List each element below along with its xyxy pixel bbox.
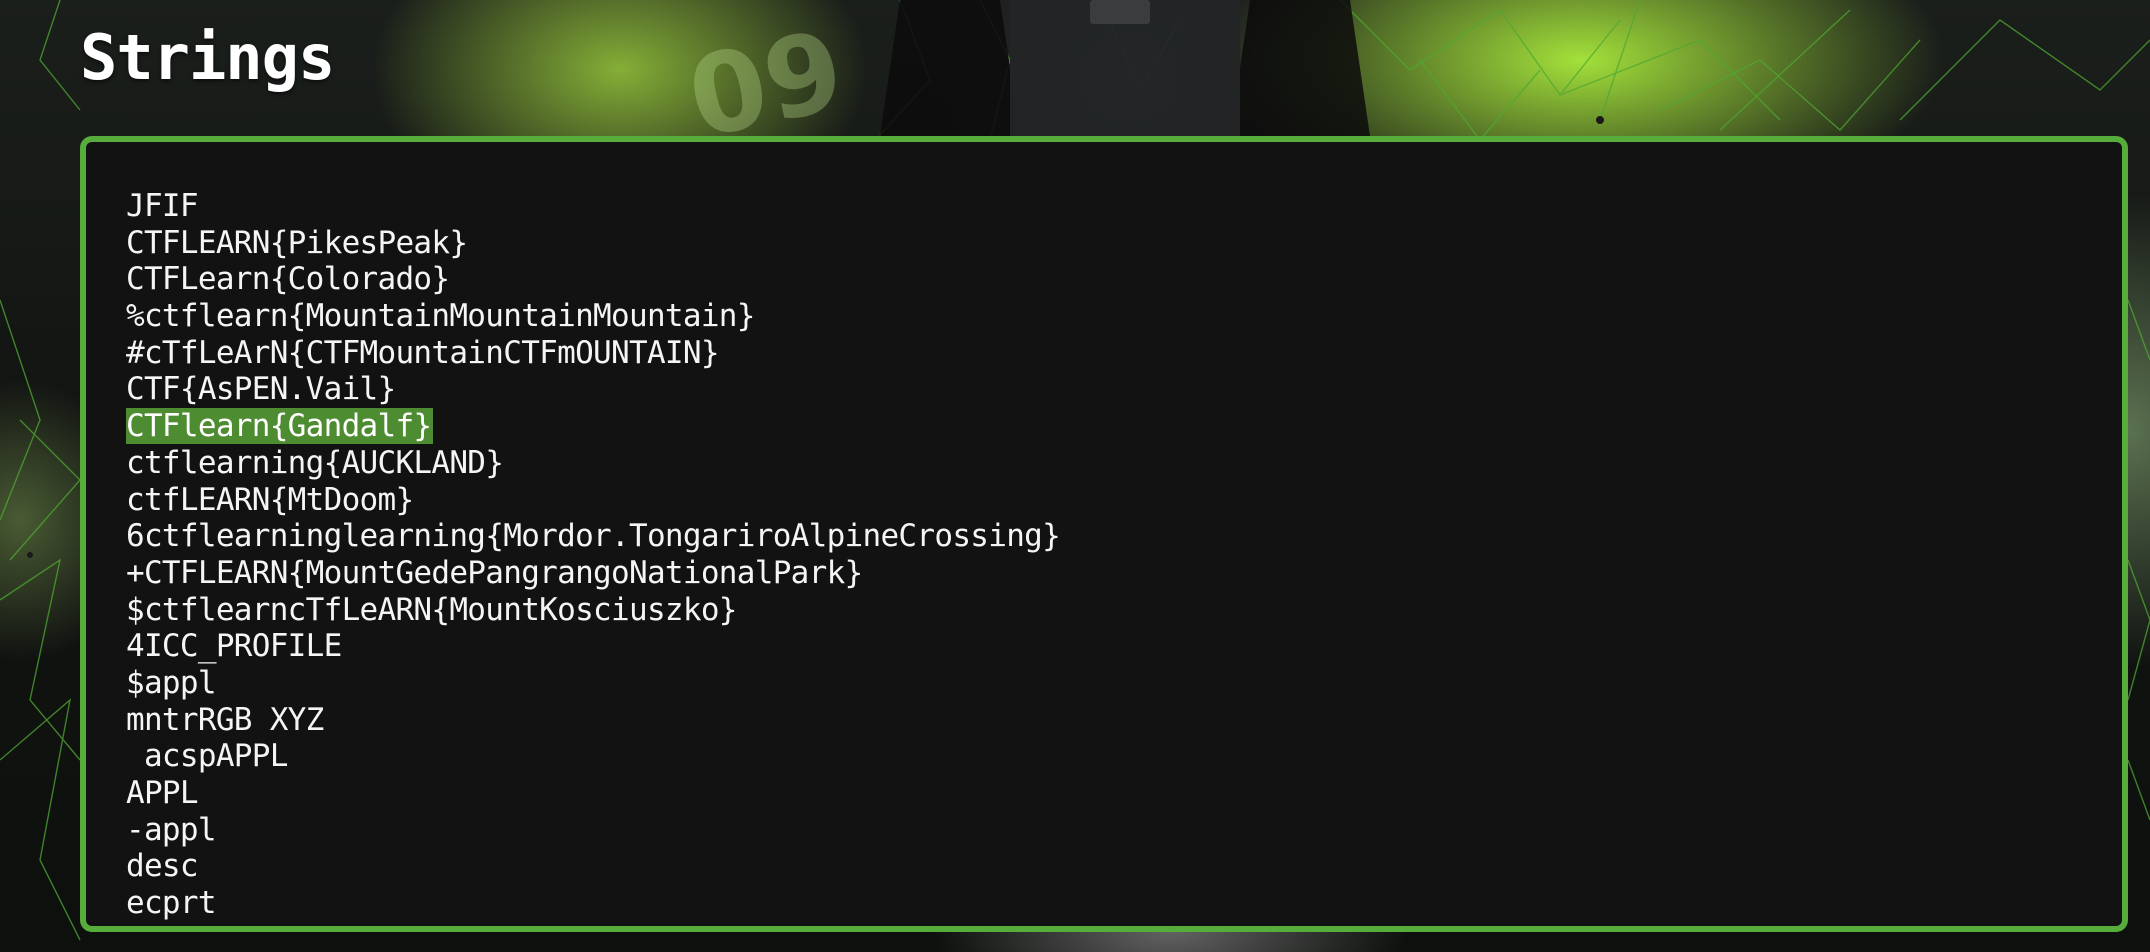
string-line: ctfLEARN{MtDoom} xyxy=(126,481,414,518)
string-line: ctflearning{AUCKLAND} xyxy=(126,444,504,481)
string-line: $appl xyxy=(126,664,217,701)
string-line: desc xyxy=(126,848,199,885)
string-line: APPL xyxy=(126,775,199,811)
string-line: $ctflearncTfLeARN{MountKosciuszko} xyxy=(126,591,737,628)
string-line: -appl xyxy=(126,811,217,848)
string-line: JFIF xyxy=(126,188,199,224)
strings-list: JFIF CTFLEARN{PikesPeak} CTFLearn{Colora… xyxy=(86,142,2122,926)
string-line: CTFLearn{Colorado} xyxy=(126,261,450,298)
string-line: acspAPPL xyxy=(126,738,288,775)
string-line-highlighted: CTFlearn{Gandalf} xyxy=(126,408,2122,445)
string-line: 4ICC_PROFILE xyxy=(126,628,342,665)
string-line: mntrRGB XYZ xyxy=(126,701,324,738)
string-line: #wtpt xyxy=(126,922,2122,926)
string-line: +CTFLEARN{MountGedePangrangoNationalPark… xyxy=(126,554,863,591)
string-line: %ctflearn{MountainMountainMountain} xyxy=(126,298,755,335)
page-title: Strings xyxy=(80,21,335,94)
strings-page: 09 Strings JFIF CTFLEARN{PikesPeak} CTFL… xyxy=(0,0,2150,952)
string-line: CTFLEARN{PikesPeak} xyxy=(126,224,468,261)
selected-text: CTFlearn{Gandalf} xyxy=(126,408,434,445)
strings-output-panel[interactable]: JFIF CTFLEARN{PikesPeak} CTFLearn{Colora… xyxy=(80,136,2128,932)
string-line: ecprt xyxy=(126,885,217,922)
string-line: 6ctflearninglearning{Mordor.TongariroAlp… xyxy=(126,518,1061,555)
string-line: #cTfLeArN{CTFMountainCTFmOUNTAIN} xyxy=(126,334,720,371)
string-line: CTF{AsPEN.Vail} xyxy=(126,371,396,408)
